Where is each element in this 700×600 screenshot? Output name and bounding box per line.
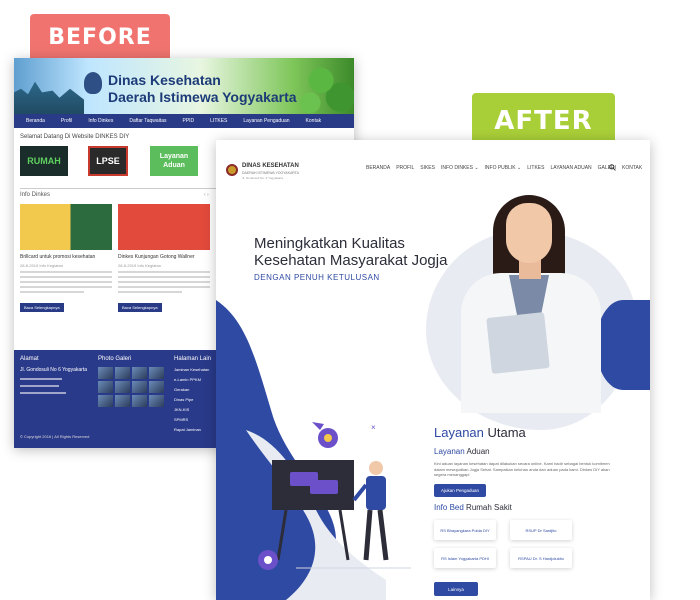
news-excerpt <box>20 271 112 293</box>
news-title[interactable]: Brillcard untuk promosi kesehatan <box>20 254 112 260</box>
news-image <box>20 204 112 250</box>
nav-info-dinkes[interactable]: INFO DINKES ⌄ <box>441 165 479 171</box>
nav-sikes[interactable]: SIKES <box>420 165 435 171</box>
footer-heading: Photo Galeri <box>98 356 132 362</box>
leaves-image <box>299 58 354 114</box>
before-info-title: Info Dinkes <box>20 192 51 198</box>
aduan-description: Kini aduan layanan kesehatan dapat dilak… <box>434 461 610 477</box>
hospital-card[interactable]: RSPAU Dr. S Hardjolukito <box>510 548 572 568</box>
before-logo-icon <box>84 72 102 94</box>
before-welcome-text: Selamat Datang Di Website DINKES DIY <box>20 134 130 140</box>
news-meta: 28-8-2019 Info Kegiatan <box>20 263 63 268</box>
before-nav-item[interactable]: LITKES <box>202 118 235 124</box>
hospital-card[interactable]: RS Islam Yogyakarta PDHI <box>434 548 496 568</box>
footer-address-col: Alamat Jl. Gondosuli No 6 Yogyakarta <box>20 356 90 399</box>
ajukan-pengaduan-button[interactable]: Ajukan Pengaduan <box>434 484 486 497</box>
doctor-photo <box>451 185 601 413</box>
svg-text:×: × <box>371 423 376 432</box>
before-tile-lpse[interactable]: LPSE <box>88 146 128 176</box>
before-title-line2: Daerah Istimewa Yogyakarta <box>108 89 297 105</box>
before-nav-item[interactable]: Daftar Taqwaitas <box>121 118 174 124</box>
footer-gallery-col: Photo Galeri <box>98 356 168 407</box>
news-excerpt <box>118 271 210 293</box>
hero-blue-shape <box>596 300 650 390</box>
lainnya-button[interactable]: Lainnya <box>434 582 478 596</box>
hero-subheadline: DENGAN PENUH KETULUSAN <box>254 273 380 282</box>
before-nav-item[interactable]: Profil <box>53 118 80 124</box>
carousel-arrows-icon[interactable]: ‹ › <box>204 192 209 198</box>
before-nav-item[interactable]: PPID <box>174 118 202 124</box>
before-nav-item[interactable]: Beranda <box>18 118 53 124</box>
layanan-utama-heading: Layanan Utama <box>434 425 526 440</box>
before-navbar: Beranda Profil Info Dinkes Daftar Taqwai… <box>14 114 354 128</box>
after-brand-line1: DINAS KESEHATAN <box>242 163 299 169</box>
presentation-illustration: × <box>258 422 411 590</box>
divider <box>20 188 216 189</box>
before-tile-layanan-aduan[interactable]: Layanan Aduan <box>150 146 198 176</box>
news-meta: 28-8-2019 Info Kegiatan <box>118 263 161 268</box>
before-nav-item[interactable]: Layanan Pengaduan <box>235 118 297 124</box>
before-nav-item[interactable]: Kontak <box>298 118 330 124</box>
tablet-image <box>486 312 550 374</box>
nav-layanan-aduan[interactable]: LAYANAN ADUAN <box>550 165 591 171</box>
before-title-line1: Dinas Kesehatan <box>108 72 221 88</box>
footer-heading: Alamat <box>20 356 39 362</box>
info-bed-heading: Info Bed Rumah Sakit <box>434 503 512 512</box>
city-skyline-image <box>14 81 84 114</box>
footer-address: Jl. Gondosuli No 6 Yogyakarta <box>20 367 87 373</box>
search-icon[interactable] <box>609 164 616 173</box>
layanan-aduan-heading: Layanan Aduan <box>434 447 490 456</box>
footer-copyright: © Copyright 2016 | All Rights Reserved <box>20 434 90 439</box>
before-nav-item[interactable]: Info Dinkes <box>80 118 121 124</box>
after-brand-line2: DAERAH ISTIMEWA YOGYAKARTA <box>242 171 299 175</box>
before-news-card: Dinkes Kunjungan Gotong Wallner 28-8-201… <box>118 204 210 314</box>
read-more-button[interactable]: Baca Selengkapnya <box>20 303 64 312</box>
after-navbar: BERANDA PROFIL SIKES INFO DINKES ⌄ INFO … <box>366 165 642 171</box>
before-tile-rumah[interactable]: RUMAH <box>20 146 68 176</box>
nav-litkes[interactable]: LITKES <box>527 165 544 171</box>
hero-headline-line2: Kesehatan Masyarakat Jogja <box>254 252 448 269</box>
news-title[interactable]: Dinkes Kunjungan Gotong Wallner <box>118 254 210 260</box>
news-image <box>118 204 210 250</box>
before-label: BEFORE <box>30 14 170 60</box>
after-brand-line3: Jl. Gondosuli No. 6 Yogyakarta <box>242 176 284 180</box>
hero-headline-line1: Meningkatkan Kualitas <box>254 235 405 252</box>
nav-kontak[interactable]: KONTAK <box>622 165 642 171</box>
nav-profil[interactable]: PROFIL <box>396 165 414 171</box>
hospital-card[interactable]: RSUP Dr Sardjito <box>510 520 572 540</box>
before-news-card: Brillcard untuk promosi kesehatan 28-8-2… <box>20 204 112 314</box>
photo-gallery-grid[interactable] <box>98 367 168 407</box>
nav-beranda[interactable]: BERANDA <box>366 165 390 171</box>
nav-info-publik[interactable]: INFO PUBLIK ⌄ <box>485 165 522 171</box>
after-website: DINAS KESEHATAN DAERAH ISTIMEWA YOGYAKAR… <box>216 140 650 600</box>
read-more-button[interactable]: Baca Selengkapnya <box>118 303 162 312</box>
after-logo-icon[interactable] <box>226 164 238 176</box>
hospital-card[interactable]: RS Bhayangkara Polda DIY <box>434 520 496 540</box>
